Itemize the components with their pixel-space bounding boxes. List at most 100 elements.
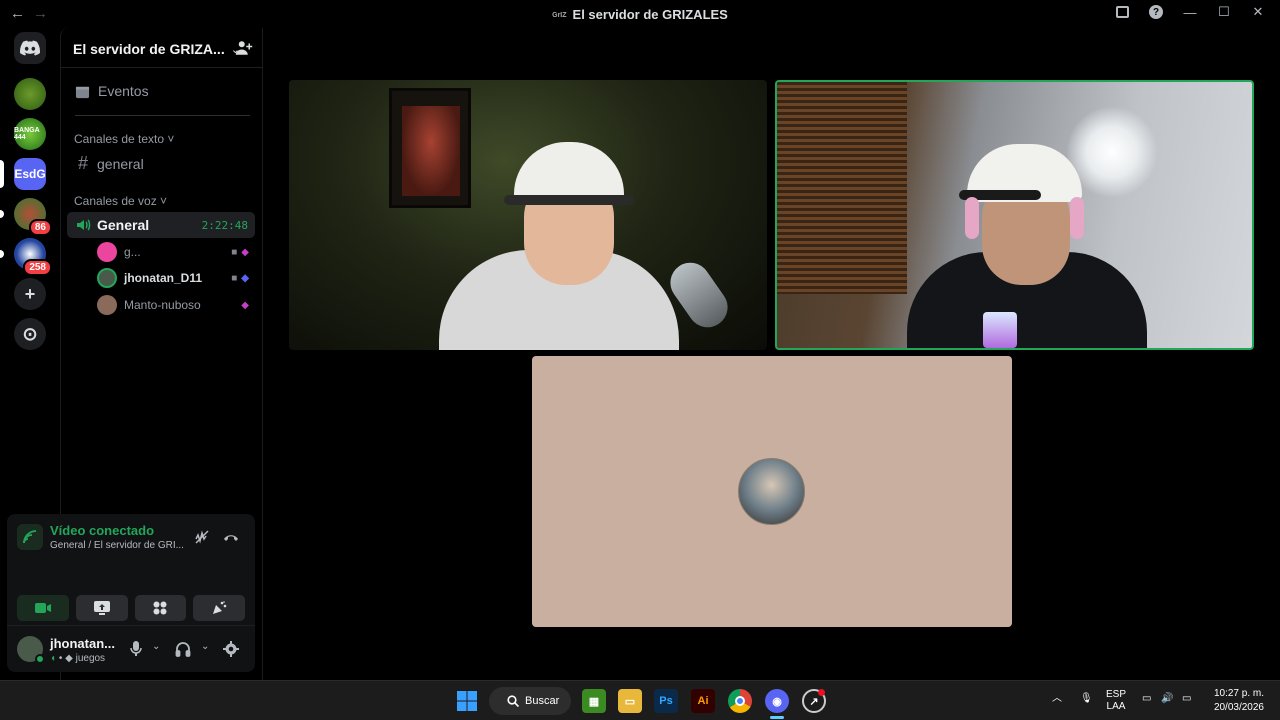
file-explorer-icon[interactable]: ▭ <box>618 689 642 713</box>
server-icon-4[interactable]: 86 <box>14 198 52 236</box>
volume-icon[interactable]: 🔊 <box>1161 693 1173 705</box>
server-icon-esdg[interactable]: EsdG <box>14 158 46 190</box>
soundboard-icon <box>213 601 227 614</box>
notification-dot <box>818 689 825 696</box>
photoshop-icon[interactable]: Ps <box>654 689 678 713</box>
headset-right <box>1070 197 1084 239</box>
camera-icon: ■ <box>231 246 238 258</box>
minimize-button[interactable]: — <box>1182 4 1198 20</box>
video-tile-1[interactable] <box>289 80 767 350</box>
video-tile-2-speaking[interactable] <box>775 80 1254 350</box>
unread-pill <box>0 210 4 218</box>
active-app-indicator <box>770 716 784 719</box>
disconnect-icon[interactable] <box>221 527 241 547</box>
window-blinds <box>777 82 907 294</box>
illustrator-icon[interactable]: Ai <box>691 689 715 713</box>
server-glyph-icon: GrIZ <box>552 12 567 20</box>
events-item[interactable]: Eventos <box>75 83 149 99</box>
inbox-icon[interactable] <box>1114 4 1130 20</box>
taskbar-search[interactable]: Buscar <box>489 687 571 715</box>
title-bar: ← → GrIZ El servidor de GRIZALES ? — ☐ ✕ <box>0 0 1280 28</box>
voice-user-name: g... <box>124 245 141 259</box>
username[interactable]: jhonatan... <box>50 636 115 651</box>
camera-icon: ■ <box>231 272 238 284</box>
window-controls: ? — ☐ ✕ <box>1114 4 1266 20</box>
server-icon-1[interactable] <box>14 78 46 110</box>
input-language[interactable]: ESP LAA <box>1106 689 1126 713</box>
window-title-text: El servidor de GRIZALES <box>572 7 728 22</box>
signal-icon[interactable] <box>17 524 43 550</box>
help-icon[interactable]: ? <box>1148 4 1164 20</box>
gamepad-icon: ◆ <box>241 272 249 284</box>
connection-location[interactable]: General / El servidor de GRI... <box>50 540 184 551</box>
voice-user[interactable]: jhonatan_D11 ■ ◆ <box>97 267 249 289</box>
microphone-icon[interactable]: 🎙 <box>1080 693 1093 705</box>
discord-taskbar-icon[interactable]: ◉ <box>765 689 789 713</box>
voice-user[interactable]: g... ■ ◆ <box>97 241 249 263</box>
avatar <box>97 295 117 315</box>
events-label: Eventos <box>98 83 149 99</box>
screen-share-button[interactable] <box>75 595 128 621</box>
voice-category[interactable]: Canales de voz ˅ <box>74 194 167 208</box>
guild-header[interactable]: El servidor de GRIZA... ⌄ <box>73 39 253 59</box>
camera-icon <box>34 603 51 613</box>
voice-channel-name: General <box>97 217 150 233</box>
video-tile-3-camera-off[interactable] <box>532 356 1012 627</box>
voice-user-name: Manto-nuboso <box>124 298 201 312</box>
soundboard-button[interactable] <box>193 595 245 621</box>
mention-badge: 258 <box>23 259 52 276</box>
voice-channel-general[interactable]: General 2:22:48 <box>67 212 255 238</box>
user-panel: jhonatan... ◖ • ◆ juegos ⌄ ⌄ <box>7 625 255 672</box>
close-button[interactable]: ✕ <box>1250 4 1266 20</box>
chevron-down-icon[interactable]: ⌄ <box>152 641 160 652</box>
maximize-button[interactable]: ☐ <box>1216 4 1232 20</box>
guild-name: El servidor de GRIZA... <box>73 41 225 57</box>
server-icon-5[interactable]: 258 <box>14 238 52 276</box>
channel-general-text[interactable]: # general <box>75 153 144 174</box>
search-label: Buscar <box>525 695 560 707</box>
connection-status[interactable]: Vídeo conectado <box>50 523 154 538</box>
voice-user-name: jhonatan_D11 <box>124 271 203 285</box>
avatar <box>97 268 117 288</box>
settings-gear-icon[interactable] <box>223 641 239 660</box>
speaker-icon <box>77 219 91 231</box>
selected-server-pill <box>0 160 4 188</box>
window-title: GrIZ El servidor de GRIZALES <box>0 7 1280 22</box>
discord-home-icon[interactable] <box>14 32 46 64</box>
battery-icon[interactable]: ▭ <box>1182 693 1191 705</box>
rgb-microphone <box>983 312 1017 348</box>
server-icon-banga[interactable]: BANGA 444 <box>14 118 46 150</box>
discover-icon[interactable]: ⊙ <box>14 318 46 350</box>
time: 10:27 p. m. <box>1213 688 1264 699</box>
monitor-icon[interactable]: ▭ <box>1142 693 1151 705</box>
mention-badge: 86 <box>28 219 52 236</box>
activities-icon <box>153 601 167 615</box>
online-status-indicator <box>35 654 45 664</box>
chrome-icon[interactable] <box>728 689 752 713</box>
microphone-icon[interactable] <box>130 641 142 660</box>
clock[interactable]: 10:27 p. m. 20/03/2026 <box>1214 687 1264 715</box>
headphones-icon[interactable] <box>175 641 191 660</box>
minecraft-icon[interactable]: ▦ <box>582 689 606 713</box>
avatar <box>738 458 805 525</box>
text-category[interactable]: Canales de texto ˅ <box>74 132 174 146</box>
avatar <box>97 242 117 262</box>
user-activity: ◖ • ◆ juegos <box>50 653 106 664</box>
voice-user[interactable]: Manto-nuboso ◆ <box>97 294 249 316</box>
camera-button[interactable] <box>17 595 69 621</box>
activity-icon: ◆ <box>241 299 249 311</box>
events-divider <box>75 115 250 116</box>
noise-suppression-icon[interactable] <box>192 527 212 547</box>
voice-controls <box>7 588 255 628</box>
activities-button[interactable] <box>134 595 187 621</box>
add-server-icon[interactable]: + <box>14 278 46 310</box>
screen-share-icon <box>93 601 110 615</box>
video-stage <box>263 28 1280 680</box>
windows-start-icon[interactable] <box>455 689 479 713</box>
channel-label: general <box>97 155 144 172</box>
add-member-icon[interactable] <box>235 39 253 57</box>
voice-timer: 2:22:48 <box>201 218 248 232</box>
header-divider <box>61 67 262 68</box>
chevron-down-icon[interactable]: ⌄ <box>201 641 209 652</box>
show-hidden-icons-chevron[interactable]: ︿ <box>1052 693 1062 705</box>
